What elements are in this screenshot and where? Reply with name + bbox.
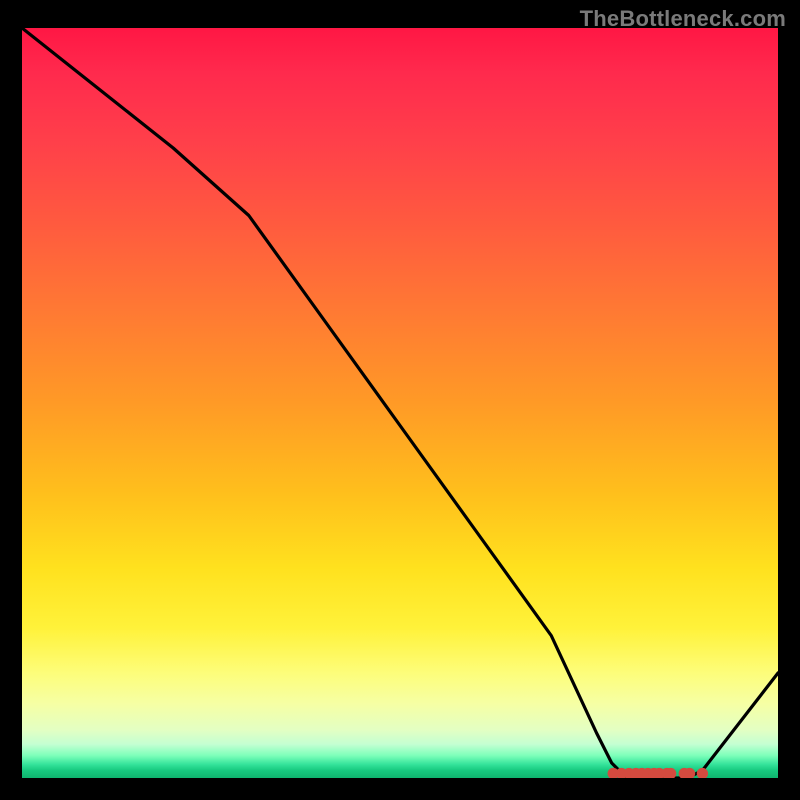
gradient-background xyxy=(22,28,778,778)
chart-plot xyxy=(22,28,778,778)
stage: TheBottleneck.com xyxy=(0,0,800,800)
